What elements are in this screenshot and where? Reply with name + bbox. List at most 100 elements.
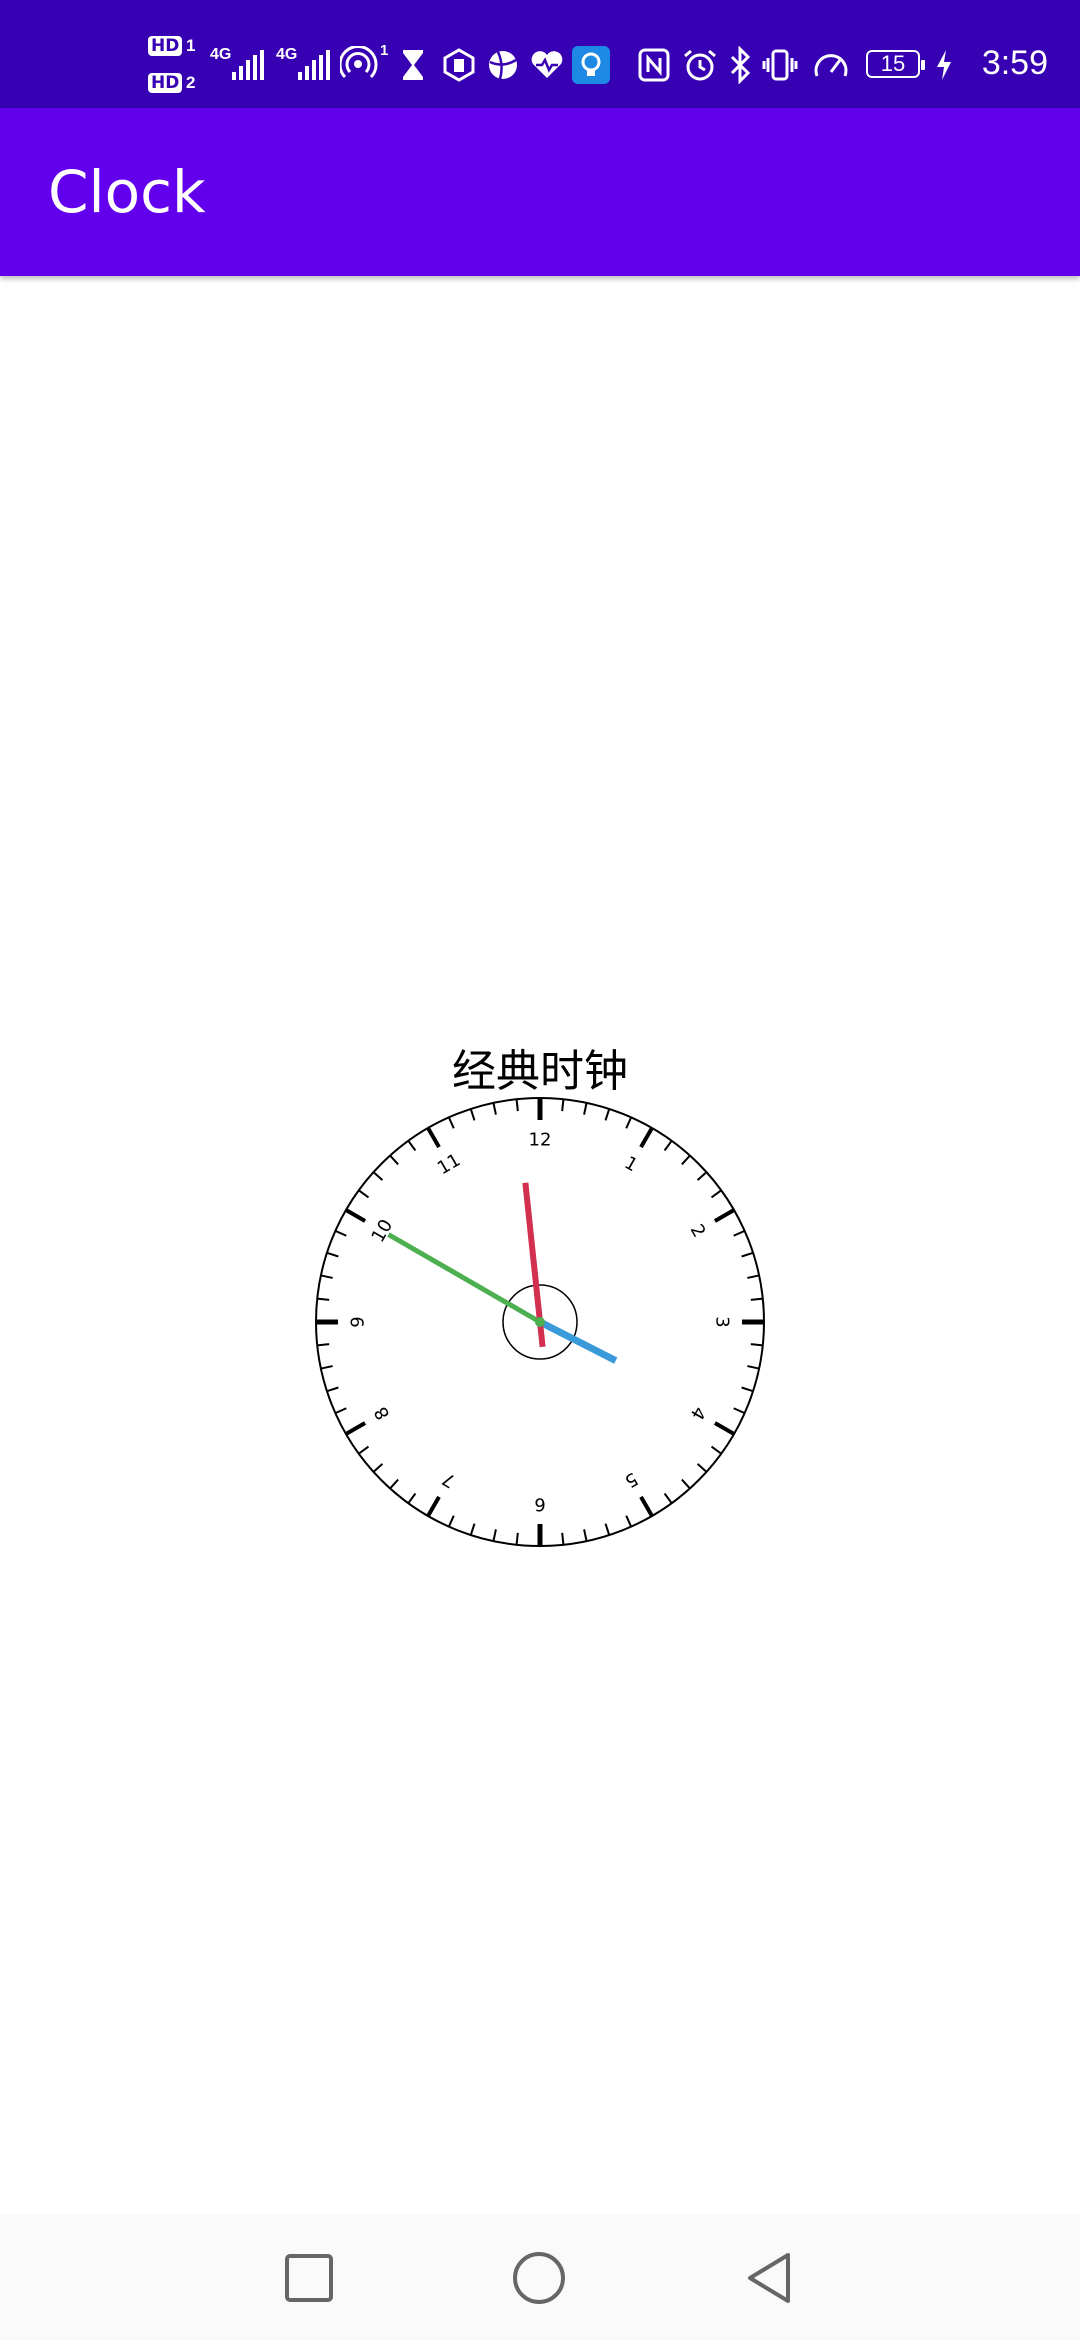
hour-tick bbox=[345, 1421, 367, 1436]
minute-tick bbox=[372, 1171, 384, 1181]
hexagon-hand-icon bbox=[443, 48, 475, 82]
signal-strength-icon bbox=[232, 50, 266, 80]
speed-icon bbox=[814, 54, 848, 77]
heart-pulse-icon bbox=[531, 51, 563, 78]
minute-tick bbox=[733, 1229, 746, 1237]
minute-tick bbox=[334, 1229, 347, 1237]
back-icon[interactable] bbox=[744, 2251, 794, 2305]
clock-numeral-3: 3 bbox=[712, 1316, 733, 1327]
hotspot-icon bbox=[340, 46, 378, 79]
clock-numeral-9: 9 bbox=[348, 1316, 369, 1327]
minute-tick bbox=[733, 1407, 746, 1415]
hour-tick bbox=[639, 1127, 654, 1149]
minute-tick bbox=[663, 1140, 673, 1152]
minute-tick bbox=[747, 1274, 760, 1279]
analog-clock: 121234567891011 bbox=[315, 1097, 765, 1547]
network-type-1: 4G bbox=[210, 46, 232, 63]
app-bar: Clock bbox=[0, 108, 1080, 276]
app-title: Clock bbox=[48, 158, 206, 226]
minute-tick bbox=[447, 1515, 455, 1528]
status-bar: HD 1 HD 2 4G 4G 1 15 3:59 bbox=[0, 0, 1080, 108]
minute-tick bbox=[469, 1108, 476, 1121]
recent-apps-icon[interactable] bbox=[284, 2253, 334, 2303]
minute-tick bbox=[407, 1492, 417, 1504]
clock-numeral-10: 10 bbox=[368, 1216, 398, 1246]
clock-center-dot bbox=[535, 1317, 545, 1327]
home-icon[interactable] bbox=[512, 2251, 566, 2305]
minute-tick bbox=[358, 1445, 370, 1455]
hour-tick bbox=[713, 1208, 735, 1223]
minute-tick bbox=[389, 1154, 399, 1166]
sim2-number: 2 bbox=[186, 73, 196, 92]
status-time: 3:59 bbox=[981, 44, 1048, 82]
clock-numeral-6: 6 bbox=[534, 1494, 545, 1515]
battery-level: 15 bbox=[880, 51, 906, 76]
minute-tick bbox=[681, 1154, 691, 1166]
hour-tick bbox=[713, 1421, 735, 1436]
minute-tick bbox=[604, 1108, 611, 1121]
minute-hand bbox=[387, 1232, 542, 1325]
minute-tick bbox=[604, 1523, 611, 1536]
minute-tick bbox=[358, 1189, 370, 1199]
hour-tick bbox=[426, 1127, 441, 1149]
clock-numeral-2: 2 bbox=[686, 1221, 710, 1241]
battery-icon: 15 bbox=[866, 50, 925, 78]
bluetooth-icon bbox=[730, 46, 751, 84]
hour-tick bbox=[426, 1495, 441, 1517]
minute-tick bbox=[407, 1140, 417, 1152]
minute-tick bbox=[515, 1532, 519, 1545]
minute-tick bbox=[741, 1386, 754, 1393]
minute-tick bbox=[317, 1343, 330, 1347]
minute-tick bbox=[741, 1251, 754, 1258]
minute-tick bbox=[334, 1407, 347, 1415]
hotspot-count: 1 bbox=[380, 42, 389, 59]
ball-icon bbox=[489, 51, 517, 80]
minute-tick bbox=[515, 1099, 519, 1112]
clock-numeral-1: 1 bbox=[621, 1152, 641, 1176]
minute-tick bbox=[320, 1365, 333, 1370]
signal-strength-icon-2 bbox=[298, 50, 332, 80]
minute-tick bbox=[710, 1445, 722, 1455]
minute-tick bbox=[750, 1343, 763, 1347]
navigation-bar bbox=[0, 2214, 1080, 2340]
clock-title: 经典时钟 bbox=[452, 1046, 628, 1097]
hour-tick bbox=[639, 1495, 654, 1517]
sim1-hd-badge: HD bbox=[148, 36, 183, 56]
minute-tick bbox=[326, 1386, 339, 1393]
minute-tick bbox=[750, 1297, 763, 1301]
hourglass-icon bbox=[403, 50, 423, 80]
minute-tick bbox=[469, 1523, 476, 1536]
minute-tick bbox=[317, 1297, 330, 1301]
minute-tick bbox=[710, 1189, 722, 1199]
clock-numeral-12: 12 bbox=[529, 1130, 552, 1151]
minute-tick bbox=[320, 1274, 333, 1279]
minute-tick bbox=[389, 1478, 399, 1490]
minute-tick bbox=[583, 1529, 588, 1542]
minute-tick bbox=[561, 1099, 565, 1112]
alarm-icon bbox=[684, 49, 716, 81]
minute-tick bbox=[696, 1463, 708, 1473]
clock-numeral-7: 7 bbox=[439, 1468, 459, 1492]
sim2-hd-badge: HD bbox=[148, 73, 183, 93]
nfc-icon bbox=[638, 48, 670, 82]
minute-tick bbox=[696, 1171, 708, 1181]
clock-numeral-8: 8 bbox=[370, 1403, 394, 1423]
lightbulb-icon bbox=[572, 46, 610, 84]
charging-icon bbox=[937, 50, 951, 80]
hour-hand bbox=[538, 1318, 618, 1364]
minute-tick bbox=[583, 1102, 588, 1115]
clock-numeral-4: 4 bbox=[686, 1403, 710, 1423]
minute-tick bbox=[326, 1251, 339, 1258]
minute-tick bbox=[663, 1492, 673, 1504]
minute-tick bbox=[625, 1116, 633, 1129]
network-type-2: 4G bbox=[276, 46, 298, 63]
minute-tick bbox=[625, 1515, 633, 1528]
clock-numeral-5: 5 bbox=[621, 1468, 641, 1492]
vibrate-icon bbox=[762, 49, 798, 81]
clock-numeral-11: 11 bbox=[434, 1150, 464, 1180]
sim1-number: 1 bbox=[186, 36, 196, 55]
minute-tick bbox=[492, 1102, 497, 1115]
minute-tick bbox=[492, 1529, 497, 1542]
minute-tick bbox=[447, 1116, 455, 1129]
hour-tick bbox=[345, 1208, 367, 1223]
